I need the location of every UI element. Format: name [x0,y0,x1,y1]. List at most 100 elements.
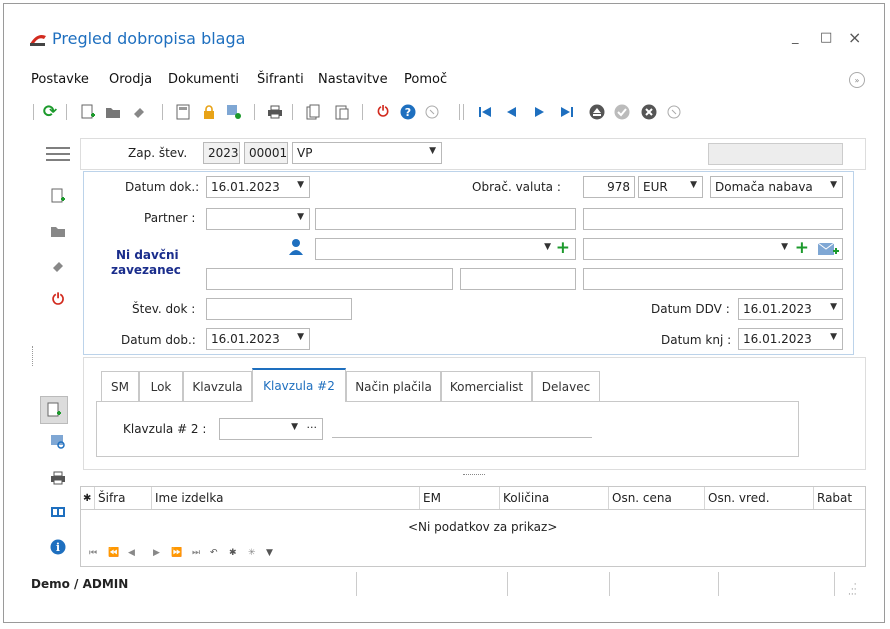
grid-row-indicator[interactable]: ✱ [81,487,95,509]
nav-insert-icon[interactable]: ✱ [229,548,237,558]
side-info-icon[interactable]: i [48,537,68,557]
tab-klavzula-2[interactable]: Klavzula #2 [252,368,346,402]
menu-orodja[interactable]: Orodja [109,72,152,87]
resize-grip-icon[interactable]: · ·· ··· [848,581,857,600]
col-ime-izdelka[interactable]: Ime izdelka [152,487,420,509]
contact-select[interactable]: ▼ + [315,238,576,260]
status-user: Demo / ADMIN [31,577,129,591]
nav-undo-icon[interactable]: ↶ [210,548,218,558]
lock-icon[interactable] [200,103,218,121]
address-line-field[interactable] [206,268,453,290]
more-icon[interactable] [665,103,683,121]
expand-icon[interactable] [423,103,441,121]
side-columns-icon[interactable] [48,502,68,522]
eject-icon[interactable] [588,103,606,121]
side-new-icon[interactable] [48,186,68,206]
nav-append-icon[interactable]: ✳ [248,548,256,558]
side-power-icon[interactable]: ⏻ [48,289,68,309]
type-value: VP [297,146,313,160]
tab-nacin-placila[interactable]: Način plačila [346,371,441,401]
datum-knj-field[interactable]: 16.01.2023 ▼ [738,328,843,350]
obrac-label: Obrač. valuta : [472,180,561,194]
menu-nastavitve[interactable]: Nastavitve [318,72,388,87]
type-select[interactable]: VP ▼ [292,142,442,164]
print-icon[interactable] [266,103,284,121]
tab-komercialist[interactable]: Komercialist [441,371,532,401]
side-eraser-icon[interactable] [48,256,68,276]
nav-next-icon[interactable]: ▶ [153,548,160,558]
add-address-icon[interactable]: + [795,239,809,258]
eraser-icon[interactable] [130,103,148,121]
col-sifra[interactable]: Šifra [95,487,152,509]
add-contact-icon[interactable]: + [556,239,570,258]
nav-filter-icon[interactable]: ▼ [266,548,273,558]
open-folder-icon[interactable] [104,103,122,121]
nav-prev-page-icon[interactable]: ⏪ [108,548,119,558]
splitter-handle[interactable] [32,346,35,366]
copy-icon[interactable] [304,103,322,121]
currency-code-field[interactable]: 978 [583,176,635,198]
help-icon[interactable]: ? [399,103,417,121]
datum-dok-field[interactable]: 16.01.2023 ▼ [206,176,310,198]
side-folder-icon[interactable] [48,221,68,241]
col-kolicina[interactable]: Količina [500,487,609,509]
tab-lok[interactable]: Lok [139,371,183,401]
nav-prev-icon[interactable]: ◀ [128,548,135,558]
stev-dok-field[interactable] [206,298,352,320]
partner-name-field[interactable] [315,208,576,230]
new-document-icon[interactable] [79,103,97,121]
partner-extra-field[interactable] [583,208,843,230]
col-rabat[interactable]: Rabat [814,487,865,509]
chevron-down-icon: ▼ [690,180,697,190]
side-add-row-icon[interactable] [40,396,68,424]
tab-klavzula[interactable]: Klavzula [183,371,252,401]
number-field[interactable]: 00001 [244,142,288,164]
menu-pomoc[interactable]: Pomoč [404,72,447,87]
paste-icon[interactable] [333,103,351,121]
nav-next-page-icon[interactable]: ⏩ [171,548,182,558]
klavzula2-select[interactable]: ▼ ··· [219,418,323,440]
nav-last-icon[interactable]: ⏭ [192,548,200,558]
mail-icon[interactable] [817,241,839,259]
city-field[interactable] [583,268,843,290]
currency-select[interactable]: EUR ▼ [638,176,703,198]
klavzula2-browse-button[interactable]: ··· [307,421,318,434]
power-icon[interactable]: ⏻ [374,103,392,121]
address-select[interactable]: ▼ + [583,238,843,260]
collapse-menu-icon[interactable]: » [849,72,865,88]
previous-record-icon[interactable] [502,103,520,121]
menu-postavke[interactable]: Postavke [31,72,89,87]
maximize-button[interactable]: □ [820,30,832,45]
nav-first-icon[interactable]: ⏮ [89,548,97,558]
tab-delavec[interactable]: Delavec [532,371,600,401]
currency-value: EUR [643,180,668,194]
side-print-icon[interactable] [48,468,68,488]
grid-settings-icon[interactable] [225,103,243,121]
menu-sifranti[interactable]: Šifranti [257,72,304,87]
cancel-icon[interactable] [640,103,658,121]
side-search-grid-icon[interactable] [48,432,68,452]
next-record-icon[interactable] [531,103,549,121]
last-record-icon[interactable] [558,103,576,121]
first-record-icon[interactable] [476,103,494,121]
hamburger-icon[interactable] [46,147,70,161]
confirm-icon[interactable] [613,103,631,121]
nabava-select[interactable]: Domača nabava ▼ [710,176,843,198]
splitter-grip[interactable] [463,474,485,477]
close-button[interactable]: × [848,28,861,47]
post-field[interactable] [460,268,576,290]
year-field[interactable]: 2023 [203,142,240,164]
person-icon[interactable] [289,239,303,255]
col-osn-cena[interactable]: Osn. cena [609,487,705,509]
col-osn-vred[interactable]: Osn. vred. [705,487,814,509]
datum-ddv-field[interactable]: 16.01.2023 ▼ [738,298,843,320]
minimize-button[interactable]: _ [792,30,799,45]
calculator-icon[interactable] [174,103,192,121]
refresh-icon[interactable]: ⟳ [41,102,59,122]
col-em[interactable]: EM [420,487,500,509]
datum-dob-field[interactable]: 16.01.2023 ▼ [206,328,310,350]
tab-sm[interactable]: SM [101,371,139,401]
partner-select[interactable]: ▼ [206,208,310,230]
menu-dokumenti[interactable]: Dokumenti [168,72,239,87]
app-logo-icon [29,31,47,47]
